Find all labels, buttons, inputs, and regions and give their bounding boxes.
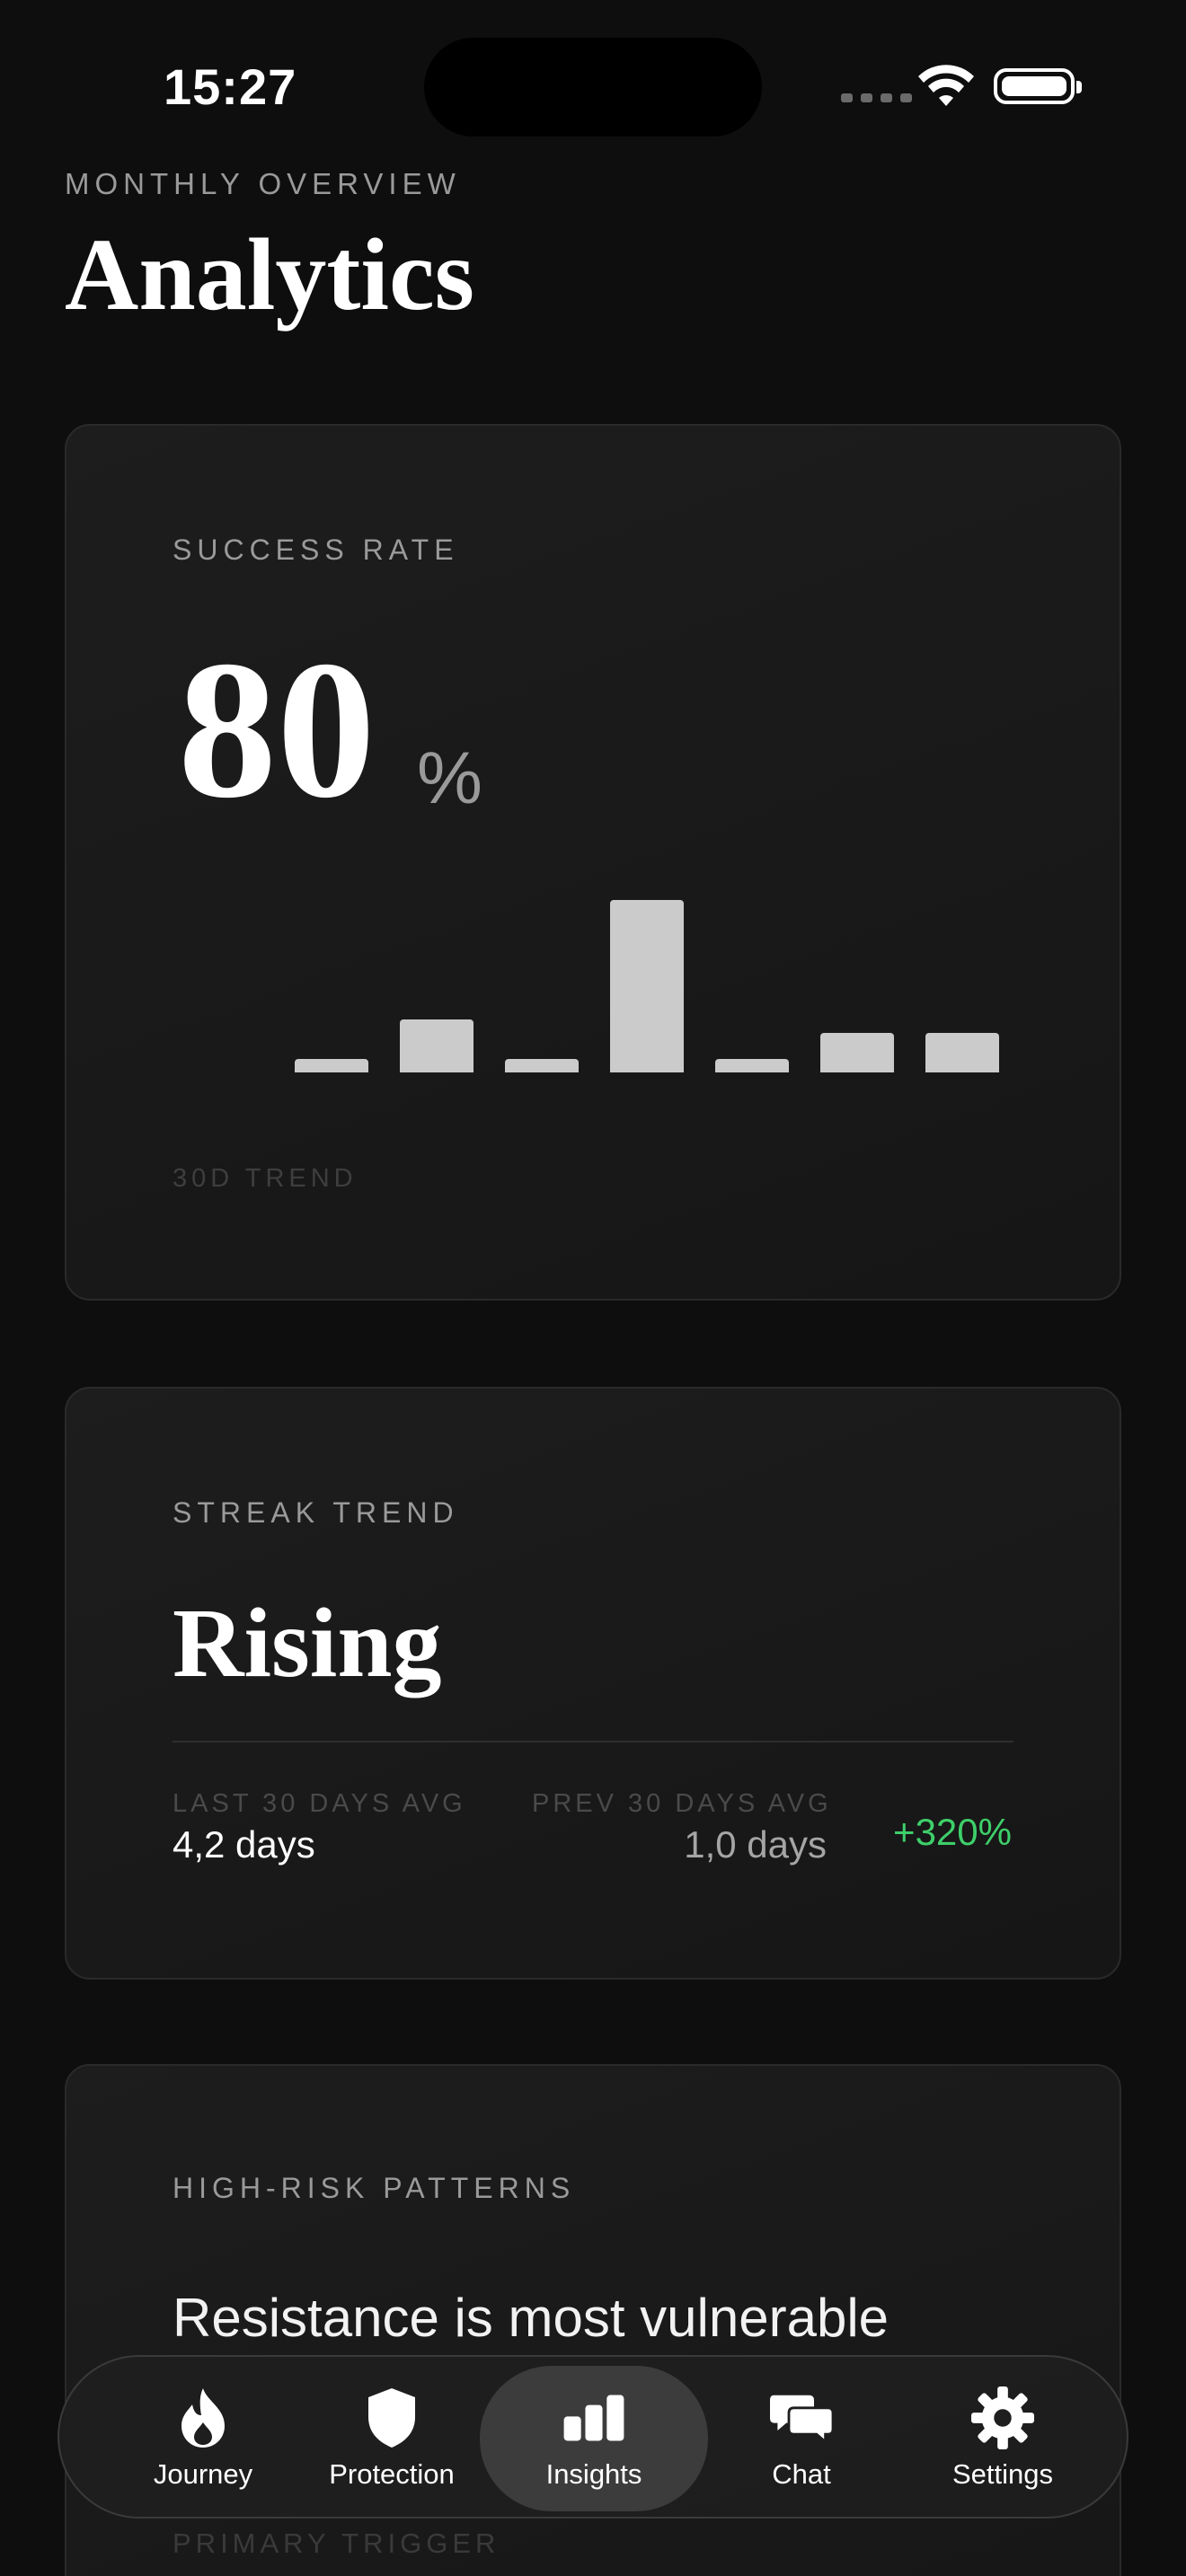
- battery-icon: [994, 68, 1082, 104]
- prev-30-days-value: 1,0 days: [684, 1823, 827, 1866]
- high-risk-text: Resistance is most vulnerable: [173, 2288, 890, 2348]
- last-30-days-value: 4,2 days: [173, 1823, 315, 1866]
- trend-bar-chart: [295, 893, 1013, 1072]
- streak-status: Rising: [173, 1588, 442, 1698]
- primary-trigger-label: PRIMARY TRIGGER: [173, 2527, 500, 2559]
- last-30-days-label: LAST 30 DAYS AVG: [173, 1789, 466, 1818]
- dynamic-island: [424, 38, 762, 137]
- tab-bar: Journey Protection Insights Chat Setting…: [58, 2355, 1128, 2519]
- trend-bar: [925, 1033, 999, 1072]
- streak-trend-card[interactable]: STREAK TREND Rising LAST 30 DAYS AVG 4,2…: [65, 1387, 1121, 1980]
- trend-bar: [400, 1019, 474, 1072]
- tab-insights[interactable]: Insights: [480, 2366, 708, 2511]
- wifi-icon: [918, 65, 974, 106]
- streak-trend-label: STREAK TREND: [173, 1496, 459, 1529]
- tab-settings[interactable]: Settings: [913, 2357, 1093, 2520]
- trend-label: 30D TREND: [173, 1164, 358, 1193]
- trend-bar: [295, 1059, 368, 1072]
- trend-bar: [610, 900, 684, 1072]
- screen: 15:27 MONTHLY OVERVIEW Analytics SUCCESS…: [0, 0, 1186, 2576]
- divider: [173, 1741, 1013, 1742]
- success-rate-label: SUCCESS RATE: [173, 534, 459, 566]
- trend-bar: [715, 1059, 789, 1072]
- page-title: Analytics: [65, 217, 474, 331]
- success-rate-value: 80: [178, 620, 376, 839]
- tab-chat-label: Chat: [772, 2458, 831, 2490]
- chat-bubbles-icon: [770, 2386, 833, 2449]
- tab-insights-label: Insights: [545, 2458, 642, 2490]
- trend-bar: [820, 1033, 894, 1072]
- tab-chat[interactable]: Chat: [712, 2357, 891, 2520]
- gear-icon: [971, 2386, 1034, 2449]
- success-rate-unit: %: [417, 737, 482, 819]
- cellular-signal-icon: [841, 93, 912, 102]
- shield-icon: [360, 2386, 423, 2449]
- tab-journey[interactable]: Journey: [113, 2357, 293, 2520]
- success-rate-card[interactable]: SUCCESS RATE 80 % 30D TREND: [65, 424, 1121, 1301]
- bar-chart-icon: [562, 2386, 625, 2449]
- tab-journey-label: Journey: [153, 2458, 253, 2490]
- high-risk-label: HIGH-RISK PATTERNS: [173, 2172, 576, 2204]
- tab-settings-label: Settings: [951, 2458, 1053, 2490]
- page-eyebrow: MONTHLY OVERVIEW: [65, 167, 461, 200]
- streak-delta-badge: +320%: [893, 1811, 1012, 1853]
- trend-bar: [505, 1059, 579, 1072]
- tab-protection[interactable]: Protection: [302, 2357, 482, 2520]
- status-time: 15:27: [164, 58, 297, 115]
- flame-icon: [172, 2386, 235, 2449]
- prev-30-days-label: PREV 30 DAYS AVG: [532, 1789, 832, 1818]
- tab-protection-label: Protection: [329, 2458, 455, 2490]
